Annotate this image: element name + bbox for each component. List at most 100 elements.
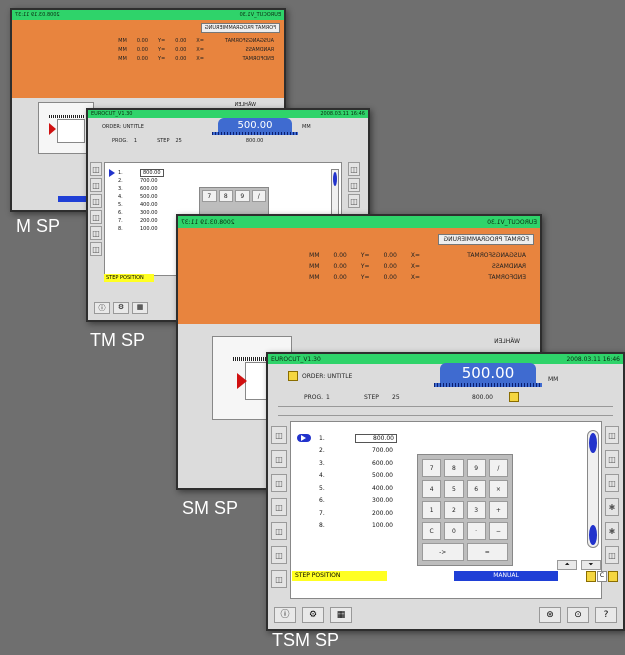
step-size: 800.00 — [472, 393, 493, 401]
key-6[interactable]: 6 — [466, 480, 486, 498]
tool-icon[interactable]: ◫ — [90, 194, 102, 208]
step-label: STEP — [364, 393, 379, 401]
list-item[interactable]: 3. 600.00 — [297, 457, 397, 470]
tool-icon[interactable]: ◫ — [605, 426, 619, 444]
list-item[interactable]: 8. 100.00 — [109, 225, 164, 233]
value: 00.0 — [136, 37, 148, 44]
list-item[interactable]: 6. 300.00 — [109, 209, 164, 217]
tool-icon[interactable]: ✱ — [605, 498, 619, 516]
info-button[interactable]: ⓘ — [274, 607, 296, 623]
key-8[interactable]: 8 — [218, 190, 233, 202]
tool-icon[interactable]: ◫ — [90, 162, 102, 176]
direction-arrow-icon — [49, 123, 56, 135]
flag-icon[interactable] — [608, 571, 618, 582]
tool-icon[interactable]: ◫ — [348, 194, 360, 208]
machine-table — [49, 115, 85, 118]
key-multiply[interactable]: × — [488, 480, 508, 498]
tool-icon[interactable]: ◫ — [605, 474, 619, 492]
list-item[interactable]: 4. 500.00 — [109, 193, 164, 201]
tool-button[interactable]: ⚙ — [113, 302, 129, 314]
tool-icon[interactable]: ◫ — [271, 546, 287, 564]
prog-label: PROG. — [112, 138, 128, 144]
setting-label: AUSGANGSFORMAT — [467, 252, 526, 259]
settings-button[interactable]: ⊛ — [539, 607, 561, 623]
step-value: 600.00 — [140, 186, 158, 192]
value: 00.0 — [136, 55, 148, 62]
list-item[interactable]: 1. 800.00 — [297, 432, 397, 445]
tool-icon[interactable]: ◫ — [605, 546, 619, 564]
key-7[interactable]: 7 — [422, 459, 442, 477]
list-item[interactable]: 4. 500.00 — [297, 470, 397, 483]
reset-button[interactable]: ⊙ — [567, 607, 589, 623]
tool-button[interactable]: ⚙ — [302, 607, 324, 623]
tool-icon[interactable]: ◫ — [90, 226, 102, 240]
page-up-button[interactable]: ⏶ — [557, 560, 577, 570]
grid-button[interactable]: ▦ — [330, 607, 352, 623]
key-5[interactable]: 5 — [444, 480, 464, 498]
list-item[interactable]: 1. 800.00 — [109, 169, 164, 177]
list-item[interactable]: 5. 400.00 — [297, 482, 397, 495]
tool-icon[interactable]: ◫ — [271, 570, 287, 588]
tool-icon[interactable]: ◫ — [90, 178, 102, 192]
key-minus[interactable]: − — [488, 522, 508, 540]
program-title: FORMAT PROGRAMMIERUNG — [200, 23, 280, 33]
grid-button[interactable]: ▦ — [132, 302, 148, 314]
symbol: =X — [410, 252, 420, 259]
tool-icon[interactable]: ◫ — [271, 474, 287, 492]
list-item[interactable]: 7. 200.00 — [109, 217, 164, 225]
help-button[interactable]: ? — [595, 607, 617, 623]
key-clear[interactable]: C — [422, 522, 442, 540]
list-item[interactable]: 8. 100.00 — [297, 520, 397, 533]
tool-icon[interactable]: ◫ — [271, 498, 287, 516]
scroll-up-knob[interactable] — [589, 433, 597, 453]
list-item[interactable]: 3. 600.00 — [109, 185, 164, 193]
list-item[interactable]: 2. 700.00 — [297, 445, 397, 458]
scroll-down-knob[interactable] — [589, 525, 597, 545]
lock-icon[interactable] — [509, 392, 519, 402]
key-4[interactable]: 4 — [422, 480, 442, 498]
list-item[interactable]: 6. 300.00 — [297, 495, 397, 508]
tool-icon[interactable]: ◫ — [271, 450, 287, 468]
tool-icon[interactable]: ◫ — [271, 426, 287, 444]
key-0[interactable]: 0 — [444, 522, 464, 540]
tool-icon[interactable]: ◫ — [90, 242, 102, 256]
key-divide[interactable]: / — [251, 190, 266, 202]
key-dot[interactable]: · — [466, 522, 486, 540]
tool-icon[interactable]: ◫ — [90, 210, 102, 224]
key-8[interactable]: 8 — [444, 459, 464, 477]
step-value: 600.00 — [372, 459, 393, 467]
position-value: 500.00 — [461, 364, 515, 382]
key-equals[interactable]: = — [466, 543, 508, 561]
key-9[interactable]: 9 — [466, 459, 486, 477]
lock-icon[interactable] — [586, 571, 596, 582]
tool-icon[interactable]: ◫ — [271, 522, 287, 540]
list-item[interactable]: 2. 700.00 — [109, 177, 164, 185]
step-value: 100.00 — [372, 522, 393, 530]
key-2[interactable]: 2 — [444, 501, 464, 519]
caption-sm-sp: SM SP — [182, 498, 239, 518]
key-7[interactable]: 7 — [202, 190, 217, 202]
setting-label: ENDFORMAT — [242, 55, 274, 62]
key-divide[interactable]: / — [488, 459, 508, 477]
tool-icon[interactable]: ◫ — [348, 178, 360, 192]
key-arrow[interactable]: -> — [422, 543, 464, 561]
tool-icon[interactable]: ◫ — [348, 162, 360, 176]
key-3[interactable]: 3 — [466, 501, 486, 519]
key-1[interactable]: 1 — [422, 501, 442, 519]
c-icon[interactable]: C — [597, 571, 607, 582]
setting-label: ENDFORMAT — [488, 274, 526, 281]
step-number: 7. — [319, 509, 325, 517]
unit: MM — [118, 37, 127, 44]
info-button[interactable]: ⓘ — [94, 302, 110, 314]
list-item[interactable]: 5. 400.00 — [109, 201, 164, 209]
symbol: =X — [196, 55, 204, 62]
key-9[interactable]: 9 — [235, 190, 250, 202]
tool-icon[interactable]: ✱ — [605, 522, 619, 540]
list-item[interactable]: 7. 200.00 — [297, 507, 397, 520]
bottom-buttons: ⓘ ⚙ ▦ — [94, 302, 148, 314]
scroll-knob[interactable] — [333, 172, 337, 186]
page-down-button[interactable]: ⏷ — [581, 560, 601, 570]
key-plus[interactable]: + — [488, 501, 508, 519]
scrollbar[interactable] — [587, 430, 599, 548]
tool-icon[interactable]: ◫ — [605, 450, 619, 468]
